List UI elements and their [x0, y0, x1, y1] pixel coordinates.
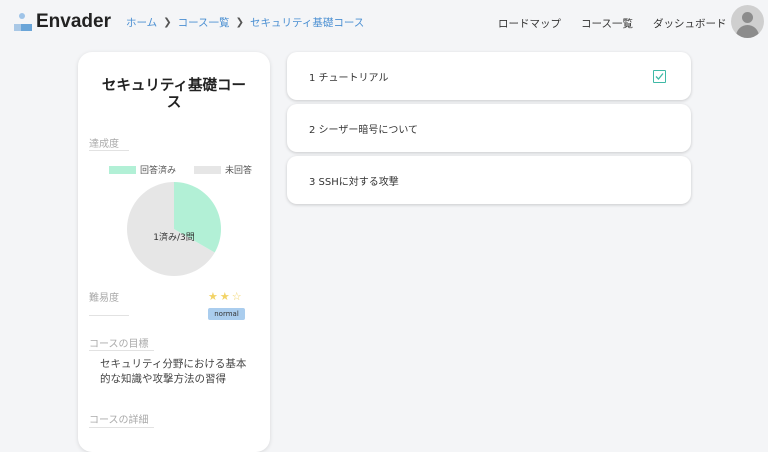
chapter-item[interactable]: 2 シーザー暗号について — [287, 104, 691, 152]
chapter-label: 1 チュートリアル — [309, 73, 389, 84]
course-info-card: セキュリティ基礎コース 達成度 回答済み 未回答 1済み/3問 難易度 ★★☆ … — [78, 52, 270, 452]
chapter-item[interactable]: 3 SSHに対する攻撃 — [287, 156, 691, 204]
progress-legend: 回答済み 未回答 — [109, 163, 252, 176]
divider — [89, 315, 129, 316]
logo-icon — [14, 13, 32, 31]
chevron-right-icon: ❯ — [235, 17, 244, 28]
header: Envader ホーム ❯ コース一覧 ❯ セキュリティ基礎コース ロードマップ… — [0, 0, 768, 44]
legend-todo-label: 未回答 — [225, 166, 253, 176]
divider — [89, 350, 154, 351]
legend-swatch-done — [109, 165, 136, 174]
progress-summary: 1済み/3問 — [153, 233, 195, 243]
chapter-label: 3 SSHに対する攻撃 — [309, 177, 399, 188]
chevron-right-icon: ❯ — [163, 17, 172, 28]
checkbox-checked-icon — [653, 70, 666, 83]
progress-pie-chart — [126, 182, 221, 276]
progress-label: 達成度 — [89, 139, 119, 150]
course-title: セキュリティ基礎コース — [101, 78, 247, 111]
logo[interactable]: Envader — [14, 11, 111, 33]
divider — [89, 150, 129, 151]
top-nav: ロードマップ コース一覧 ダッシュボード — [498, 16, 746, 31]
breadcrumb-home[interactable]: ホーム — [126, 15, 157, 30]
chapter-item[interactable]: 1 チュートリアル — [287, 52, 691, 100]
nav-course-list[interactable]: コース一覧 — [581, 16, 633, 31]
detail-label: コースの詳細 — [89, 415, 149, 426]
logo-text: Envader — [36, 11, 111, 32]
user-icon — [742, 12, 753, 23]
legend-done-label: 回答済み — [140, 166, 177, 176]
goal-text: セキュリティ分野における基本的な知識や攻撃方法の習得 — [100, 358, 247, 385]
avatar[interactable] — [731, 5, 764, 38]
divider — [89, 427, 154, 428]
difficulty-stars: ★★☆ — [208, 290, 244, 303]
legend-swatch-todo — [194, 165, 222, 174]
difficulty-badge: normal — [208, 308, 245, 320]
goal-label: コースの目標 — [89, 339, 149, 350]
chapter-label: 2 シーザー暗号について — [309, 125, 419, 136]
nav-roadmap[interactable]: ロードマップ — [498, 16, 561, 31]
difficulty-label: 難易度 — [89, 293, 119, 304]
breadcrumb: ホーム ❯ コース一覧 ❯ セキュリティ基礎コース — [126, 15, 364, 30]
breadcrumb-current-course[interactable]: セキュリティ基礎コース — [250, 15, 364, 30]
nav-dashboard[interactable]: ダッシュボード — [653, 16, 727, 31]
breadcrumb-course-list[interactable]: コース一覧 — [178, 15, 230, 30]
